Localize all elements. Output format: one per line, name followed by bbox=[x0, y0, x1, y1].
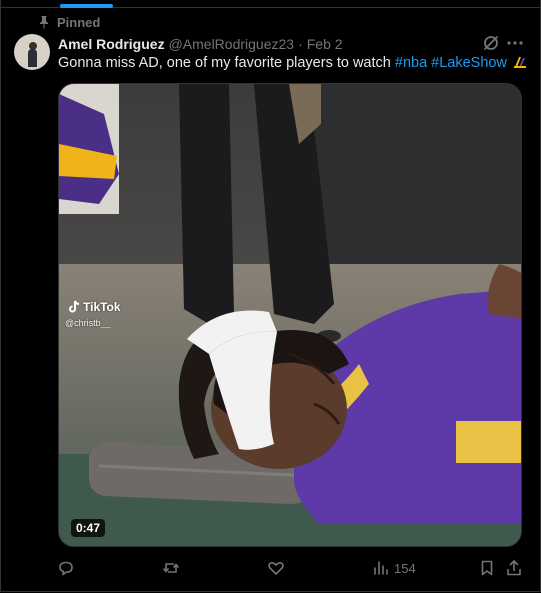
reply-icon bbox=[59, 561, 73, 576]
more-options-icon[interactable] bbox=[505, 34, 525, 52]
share-button[interactable] bbox=[505, 558, 523, 578]
tweet-actions-bar: 154 bbox=[0, 558, 541, 580]
tiktok-logo-icon bbox=[69, 300, 80, 313]
repost-button[interactable] bbox=[162, 558, 184, 578]
reply-button[interactable] bbox=[57, 558, 79, 578]
video-duration-badge: 0:47 bbox=[71, 519, 106, 537]
like-button[interactable] bbox=[267, 558, 289, 578]
views-count: 154 bbox=[394, 560, 416, 576]
lakers-emoji-icon bbox=[513, 55, 527, 69]
hashtag-nba[interactable]: #nba bbox=[395, 55, 427, 71]
grok-icon[interactable] bbox=[482, 34, 500, 52]
tiktok-username: @christb__ bbox=[65, 318, 111, 328]
pinned-label-row: Pinned bbox=[38, 14, 100, 30]
avatar[interactable] bbox=[14, 34, 50, 70]
views-button[interactable]: 154 bbox=[372, 558, 416, 578]
tweet-body-text: Gonna miss AD, one of my favorite player… bbox=[58, 55, 391, 71]
pin-icon bbox=[38, 15, 50, 29]
pinned-text: Pinned bbox=[57, 14, 101, 30]
tweet-date[interactable]: Feb 2 bbox=[307, 36, 343, 52]
tiktok-watermark: TikTok bbox=[68, 300, 121, 314]
repost-icon bbox=[162, 563, 180, 573]
tiktok-brand-text: TikTok bbox=[83, 300, 121, 314]
tweet-header: Amel Rodriguez @AmelRodriguez23 · Feb 2 bbox=[58, 35, 343, 53]
active-tab-indicator bbox=[60, 4, 113, 8]
share-icon bbox=[507, 559, 521, 576]
views-chart-icon bbox=[374, 561, 388, 575]
hashtag-lakeshow[interactable]: #LakeShow bbox=[431, 55, 507, 71]
bookmark-icon bbox=[481, 560, 493, 576]
video-player[interactable]: TikTok @christb__ 0:47 bbox=[58, 83, 522, 547]
video-thumbnail bbox=[59, 84, 521, 546]
bookmark-button[interactable] bbox=[478, 558, 496, 578]
author-handle[interactable]: @AmelRodriguez23 bbox=[169, 36, 295, 52]
tweet-text: Gonna miss AD, one of my favorite player… bbox=[58, 54, 528, 72]
header-separator: · bbox=[298, 36, 303, 52]
heart-icon bbox=[268, 561, 284, 575]
author-display-name[interactable]: Amel Rodriguez bbox=[58, 36, 165, 52]
